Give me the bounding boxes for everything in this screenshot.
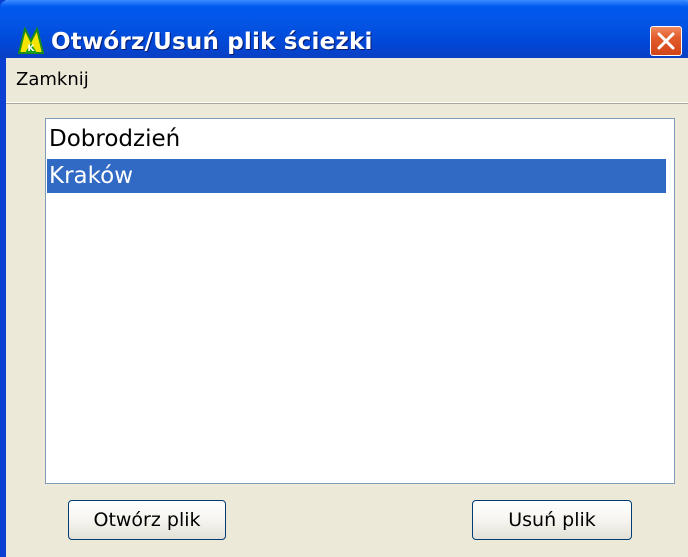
- path-file-list[interactable]: Dobrodzień Kraków: [45, 118, 675, 484]
- open-file-button[interactable]: Otwórz plik: [68, 500, 226, 540]
- list-item-selected[interactable]: Kraków: [47, 159, 666, 193]
- dialog-body: Dobrodzień Kraków Otwórz plik Usuń plik: [6, 104, 688, 557]
- window-title: Otwórz/Usuń plik ścieżki: [51, 29, 373, 55]
- svg-text:K: K: [28, 44, 36, 54]
- list-item[interactable]: Dobrodzień: [47, 122, 666, 156]
- menu-item-zamknij[interactable]: Zamknij: [16, 69, 89, 90]
- dialog-window: K Otwórz/Usuń plik ścieżki Zamknij Dobro…: [0, 0, 688, 557]
- close-button[interactable]: [650, 26, 682, 56]
- title-bar[interactable]: K Otwórz/Usuń plik ścieżki: [0, 0, 688, 58]
- delete-file-button[interactable]: Usuń plik: [472, 500, 632, 540]
- menu-bar: Zamknij: [6, 58, 688, 103]
- close-icon: [657, 32, 675, 50]
- mk-logo-icon: K: [18, 27, 44, 54]
